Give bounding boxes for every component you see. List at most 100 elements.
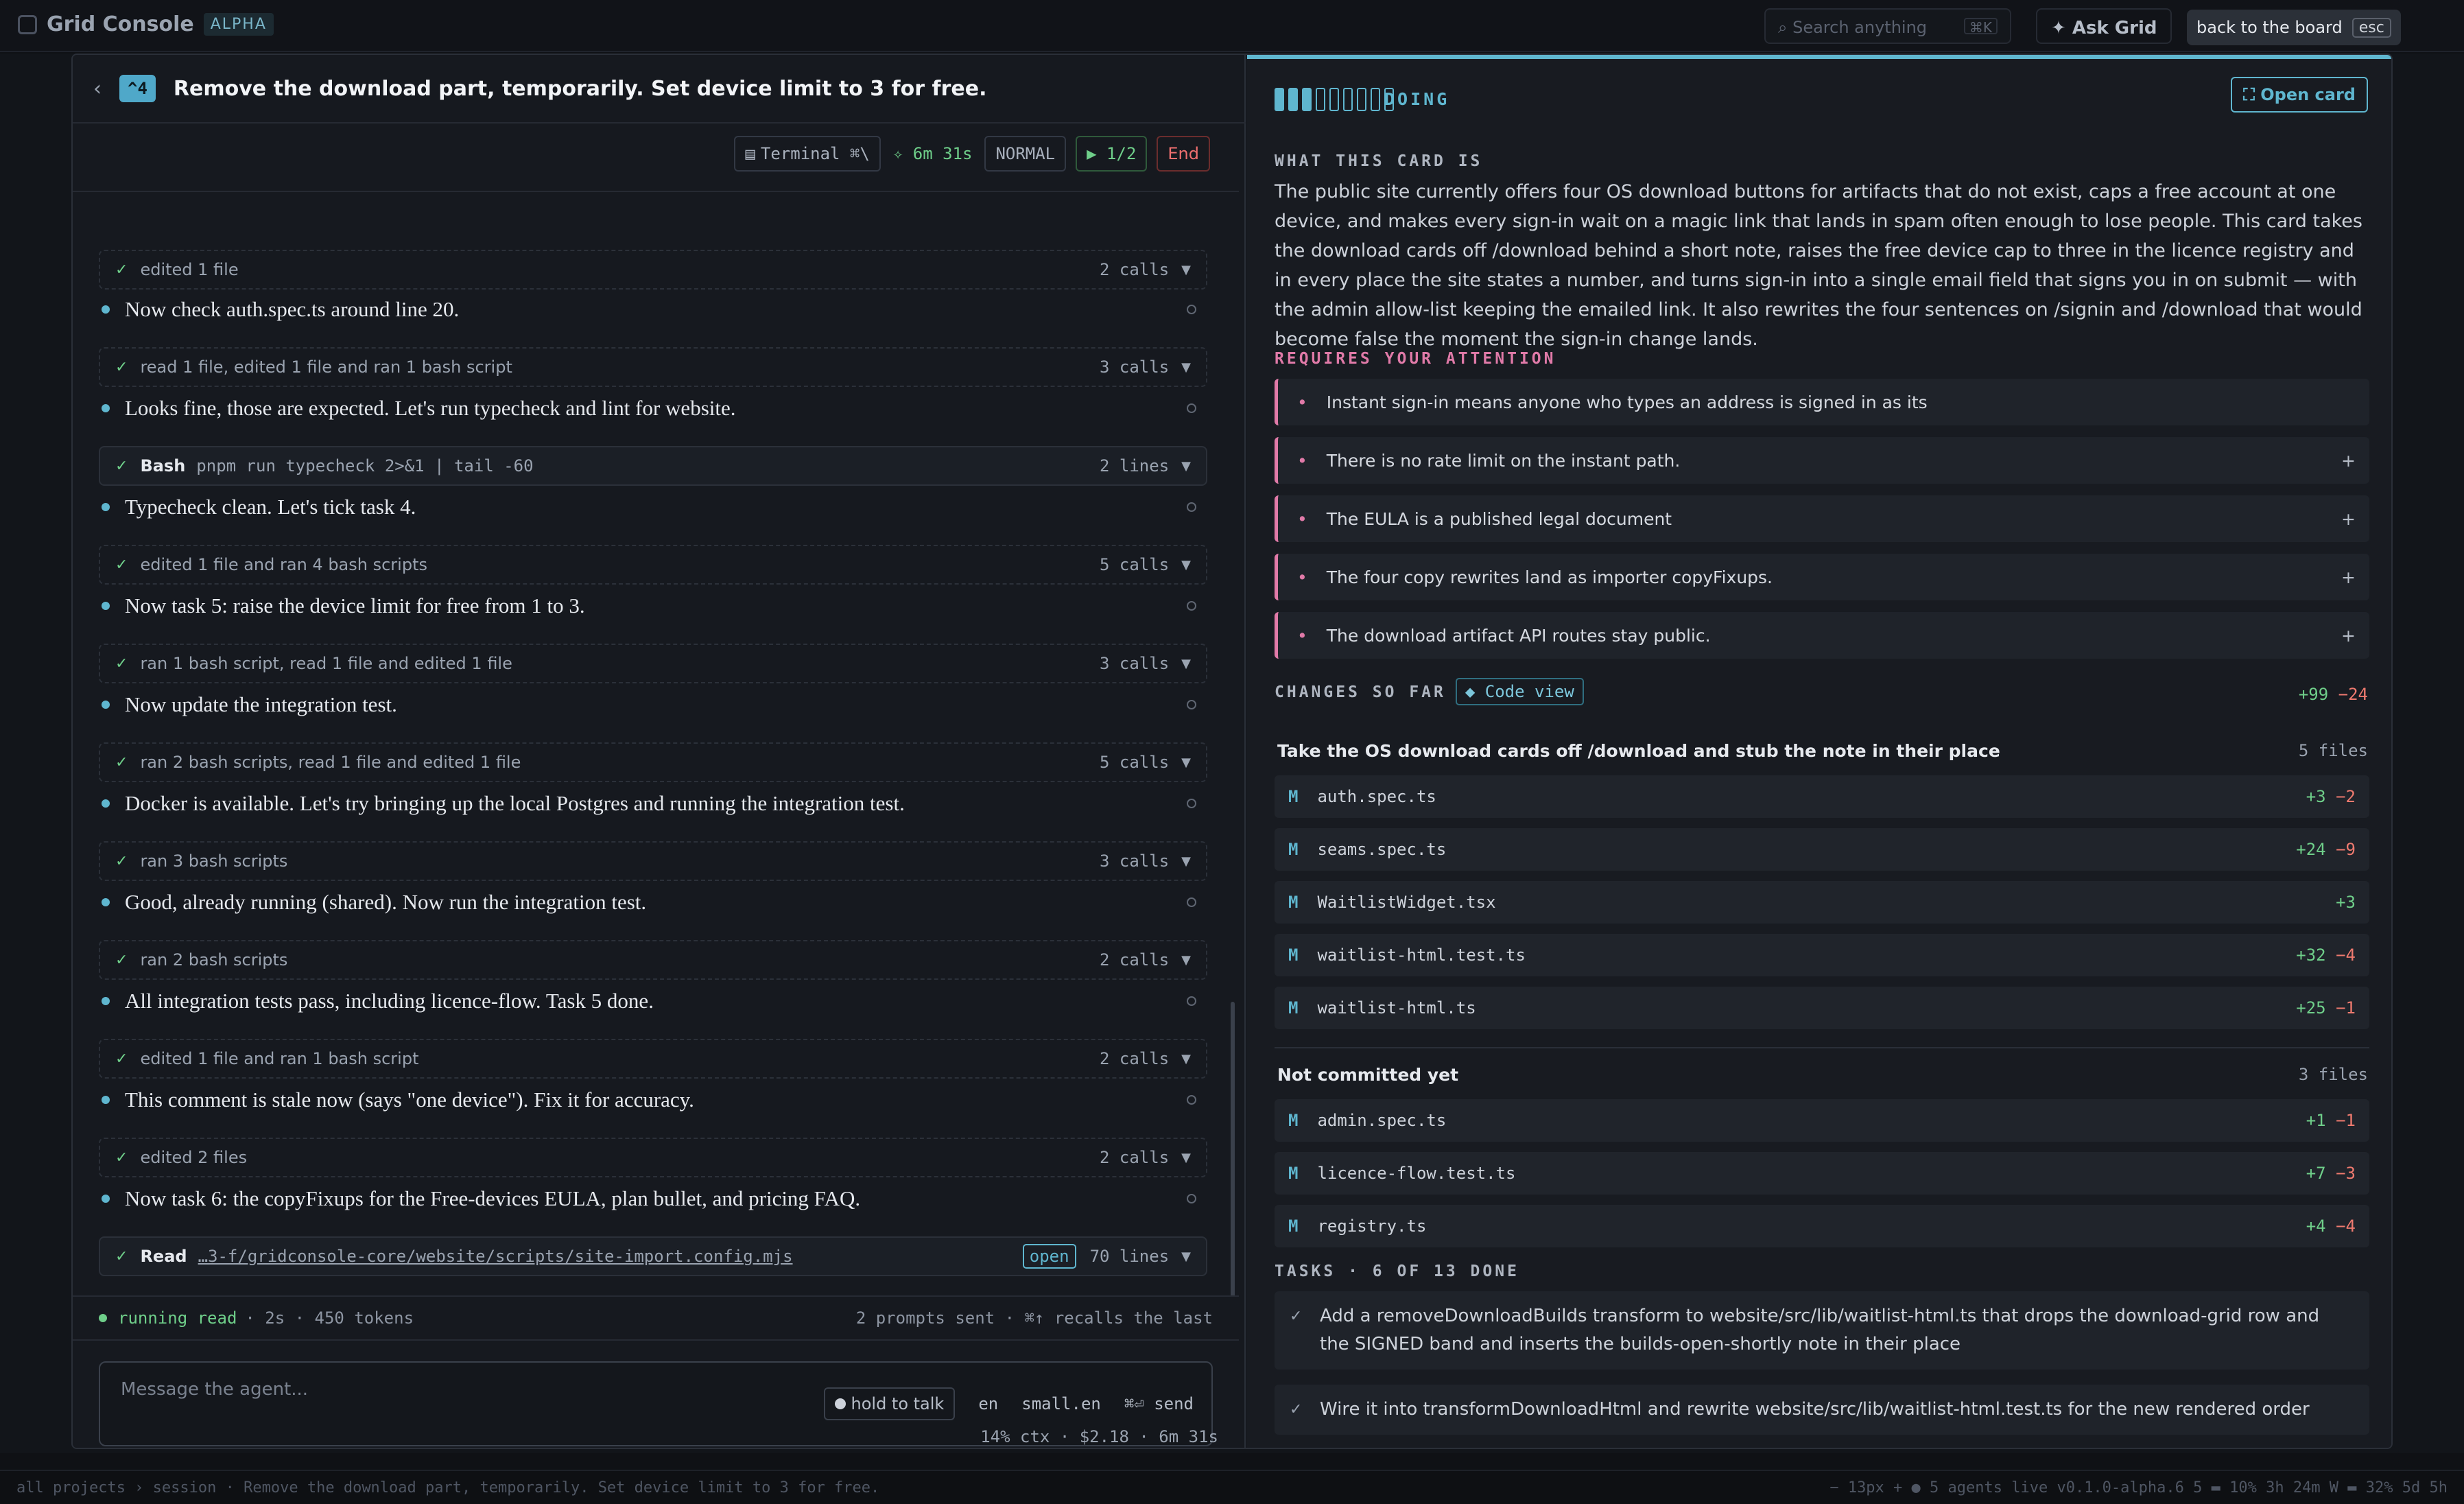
status-ring-icon [1187, 897, 1196, 907]
session-title: Remove the download part, temporarily. S… [173, 76, 987, 101]
tool-row[interactable]: ✓ edited 1 file and ran 4 bash scripts 5 c… [99, 545, 1207, 585]
chevron-left-icon[interactable]: ‹ [93, 77, 102, 101]
card-panel: DOING ⛶ Open card WHAT THIS CARD IS The … [1247, 55, 2391, 1448]
modified-marker: M [1288, 787, 1299, 806]
tool-row[interactable]: ✓ ran 3 bash scripts 3 calls ▼ [99, 841, 1207, 881]
caret-down-icon: ▼ [1181, 360, 1191, 375]
feed-scrollbar[interactable] [1231, 1002, 1235, 1295]
tool-row[interactable]: ✓ ran 2 bash scripts, read 1 file and edi… [99, 742, 1207, 782]
attention-item[interactable]: • The four copy rewrites land as importer… [1275, 554, 2369, 600]
status-ring-icon [1187, 1095, 1196, 1105]
message-dot-icon [102, 602, 110, 610]
attention-item[interactable]: • There is no rate limit on the instant p… [1275, 437, 2369, 484]
bash-row[interactable]: ✓ Bash pnpm run typecheck 2>&1 | tail -60 2… [99, 446, 1207, 486]
tool-row[interactable]: ✓ edited 2 files 2 calls ▼ [99, 1138, 1207, 1177]
back-label: back to the board [2196, 18, 2343, 37]
session-toolbar: ▤ Terminal ⌘\ ✧ 6m 31s NORMAL ▶ 1/2 End [734, 136, 1210, 172]
model-select[interactable]: small.en [1021, 1394, 1101, 1413]
agent-feed[interactable]: ✓ edited 1 file 2 calls ▼ Now check auth.sp… [73, 191, 1239, 1295]
attention-item[interactable]: • The download artifact API routes stay p… [1275, 612, 2369, 659]
file-removed: −4 [2336, 1217, 2356, 1236]
terminal-label: Terminal ⌘\ [760, 144, 870, 163]
call-count: 5 calls [1100, 555, 1170, 574]
brand[interactable]: Grid Console ALPHA [18, 12, 274, 36]
bullet-icon: • [1297, 508, 1307, 529]
progress-segment [1288, 88, 1298, 111]
file-row[interactable]: Mwaitlist-html.ts +25 −1 [1275, 987, 2369, 1029]
search-placeholder: Search anything [1792, 18, 1928, 37]
tool-row[interactable]: ✓ read 1 file, edited 1 file and ran 1 ba… [99, 347, 1207, 387]
status-ring-icon [1187, 305, 1196, 314]
file-row[interactable]: Mseams.spec.ts +24 −9 [1275, 828, 2369, 871]
record-icon [834, 1398, 846, 1409]
language-select[interactable]: en [978, 1394, 998, 1413]
status-breadcrumb: all projects › session · Remove the down… [16, 1479, 880, 1496]
search-input[interactable]: ⌕ Search anything ⌘K [1764, 8, 2011, 44]
file-row[interactable]: Mwaitlist-html.test.ts +32 −4 [1275, 934, 2369, 976]
back-to-board-tooltip[interactable]: back to the board esc [2187, 10, 2401, 45]
ask-grid-button[interactable]: ✦ Ask Grid [2036, 8, 2172, 44]
hold-to-talk-button[interactable]: hold to talk [823, 1387, 956, 1420]
message-dot-icon [102, 1195, 110, 1203]
call-count: 3 calls [1100, 357, 1170, 377]
agent-message: Docker is available. Let's try bringing … [99, 784, 1207, 823]
agent-message: All integration tests pass, including li… [99, 981, 1207, 1021]
file-row[interactable]: Madmin.spec.ts +1 −1 [1275, 1099, 2369, 1142]
expand-icon[interactable]: + [2341, 626, 2356, 646]
expand-icon[interactable]: + [2341, 451, 2356, 471]
terminal-button[interactable]: ▤ Terminal ⌘\ [734, 136, 881, 172]
file-row[interactable]: Mlicence-flow.test.ts +7 −3 [1275, 1152, 2369, 1195]
message-dot-icon [102, 305, 110, 314]
file-added: +24 [2296, 840, 2326, 859]
tool-row[interactable]: ✓ edited 1 file 2 calls ▼ [99, 250, 1207, 290]
attention-item[interactable]: • The EULA is a published legal document + [1275, 495, 2369, 542]
step-play-button[interactable]: ▶ 1/2 [1076, 136, 1148, 172]
read-row[interactable]: ✓ Read …3-f/gridconsole-core/website/scrip… [99, 1236, 1207, 1276]
tool-summary: edited 1 file and ran 4 bash scripts [140, 555, 427, 574]
caret-down-icon: ▼ [1181, 656, 1191, 671]
modified-marker: M [1288, 840, 1299, 859]
tool-row[interactable]: ✓ edited 1 file and ran 1 bash script 2 ca… [99, 1039, 1207, 1079]
tool-row[interactable]: ✓ ran 2 bash scripts 2 calls ▼ [99, 940, 1207, 980]
file-name: waitlist-html.ts [1317, 998, 1476, 1018]
task-item[interactable]: ✓ Wire it into transformDownloadHtml and … [1275, 1385, 2369, 1435]
code-view-button[interactable]: ◆ Code view [1455, 678, 1584, 705]
expand-icon[interactable]: + [2341, 509, 2356, 529]
bullet-icon: • [1297, 625, 1307, 646]
message-text: This comment is stale now (says "one dev… [125, 1088, 694, 1112]
attention-item[interactable]: • Instant sign-in means anyone who types … [1275, 379, 2369, 425]
modified-marker: M [1288, 945, 1299, 965]
message-text: Now check auth.spec.ts around line 20. [125, 297, 460, 321]
progress-segment [1275, 88, 1284, 111]
agent-message: Good, already running (shared). Now run … [99, 882, 1207, 922]
open-file-button[interactable]: open [1022, 1244, 1076, 1269]
message-dot-icon [102, 997, 110, 1005]
end-button[interactable]: End [1157, 136, 1210, 172]
file-added: +7 [2306, 1164, 2326, 1183]
mode-indicator: NORMAL [984, 136, 1067, 172]
agent-message: Typecheck clean. Let's tick task 4. [99, 487, 1207, 527]
file-row[interactable]: M WaitlistWidget.tsx +3 [1275, 881, 2369, 924]
file-row[interactable]: Mauth.spec.ts +3 −2 [1275, 775, 2369, 818]
tool-row[interactable]: ✓ ran 1 bash script, read 1 file and edit… [99, 644, 1207, 683]
send-button[interactable]: ⌘⏎ send [1124, 1394, 1194, 1413]
status-ring-icon [1187, 799, 1196, 808]
message-dot-icon [102, 898, 110, 906]
read-file-link[interactable]: …3-f/gridconsole-core/website/scripts/si… [198, 1247, 793, 1266]
task-item[interactable]: ✓ Add a removeDownloadBuilds transform to… [1275, 1291, 2369, 1370]
file-removed: −1 [2336, 1111, 2356, 1130]
check-icon: ✓ [115, 655, 128, 672]
check-icon: ✓ [115, 1050, 128, 1068]
agent-message: This comment is stale now (says "one dev… [99, 1080, 1207, 1120]
message-dot-icon [102, 701, 110, 709]
line-count: 70 lines [1089, 1247, 1170, 1266]
expand-icon[interactable]: + [2341, 567, 2356, 587]
message-text: Now update the integration test. [125, 692, 397, 716]
ask-grid-label: Ask Grid [2072, 18, 2157, 38]
read-label: Read [140, 1247, 187, 1266]
open-card-button[interactable]: ⛶ Open card [2231, 77, 2368, 113]
progress-segments [1275, 88, 1394, 111]
message-dot-icon [102, 503, 110, 511]
file-row[interactable]: Mregistry.ts +4 −4 [1275, 1205, 2369, 1247]
call-count: 2 calls [1100, 950, 1170, 970]
